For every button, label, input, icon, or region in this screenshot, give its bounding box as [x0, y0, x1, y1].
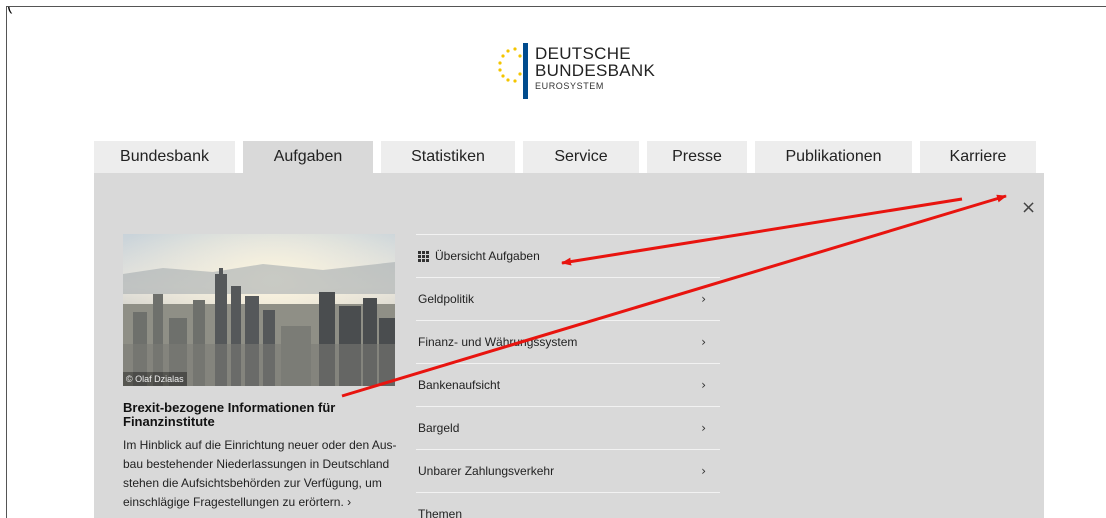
teaser-more-link[interactable]: › [347, 495, 351, 509]
teaser-text-body: Im Hinblick auf die Einrichtung neuer od… [123, 438, 397, 509]
image-credit: © Olaf Dzialas [123, 372, 187, 386]
submenu-item-zahlungsverkehr[interactable]: Unbarer Zahlungsverkehr › [416, 449, 720, 492]
submenu-item-themen[interactable]: Themen [416, 492, 720, 518]
chevron-right-icon: › [701, 421, 706, 435]
mega-menu-panel: × © Olaf Dzialas Brexit-bezogene Informa… [94, 173, 1044, 518]
submenu-item-label: Bankenaufsicht [418, 378, 501, 392]
tab-karriere[interactable]: Karriere [920, 141, 1036, 173]
grid-icon [418, 250, 429, 262]
bundesbank-logo[interactable]: DEUTSCHE BUNDESBANK EUROSYSTEM [497, 41, 657, 101]
tab-bundesbank[interactable]: Bundesbank [94, 141, 235, 173]
close-icon[interactable]: × [1021, 199, 1036, 217]
submenu-item-finanzsystem[interactable]: Finanz- und Währungssystem › [416, 320, 720, 363]
tab-statistiken[interactable]: Statistiken [381, 141, 515, 173]
logo-line1: DEUTSCHE [535, 44, 631, 63]
teaser-image[interactable]: © Olaf Dzialas [123, 234, 395, 386]
logo-line3: EUROSYSTEM [535, 81, 605, 91]
main-nav: Bundesbank Aufgaben Statistiken Service … [94, 141, 1044, 173]
corner-paren: ( [7, 7, 12, 14]
submenu-item-label: Geldpolitik [418, 292, 475, 306]
frankfurt-skyline-image [123, 234, 395, 386]
tab-publikationen[interactable]: Publikationen [755, 141, 912, 173]
chevron-right-icon: › [701, 292, 706, 306]
chevron-right-icon: › [701, 464, 706, 478]
chevron-right-icon: › [701, 335, 706, 349]
teaser-text: Im Hinblick auf die Einrichtung neuer od… [123, 436, 408, 512]
tab-presse[interactable]: Presse [647, 141, 747, 173]
logo-bar [523, 43, 528, 99]
submenu-item-geldpolitik[interactable]: Geldpolitik › [416, 277, 720, 320]
submenu-item-bankenaufsicht[interactable]: Bankenaufsicht › [416, 363, 720, 406]
submenu-item-label: Finanz- und Währungssystem [418, 335, 578, 349]
submenu-overview[interactable]: Übersicht Aufgaben [416, 234, 720, 277]
tab-service[interactable]: Service [523, 141, 639, 173]
teaser-title[interactable]: Brexit-bezogene Informationen für Finanz… [123, 401, 403, 429]
submenu-item-label: Unbarer Zahlungsverkehr [418, 464, 555, 478]
submenu-overview-label: Übersicht Aufgaben [435, 249, 540, 263]
submenu-list: Übersicht Aufgaben Geldpolitik › Finanz-… [416, 234, 720, 518]
euro-stars-icon [498, 47, 522, 83]
submenu-item-bargeld[interactable]: Bargeld › [416, 406, 720, 449]
logo-line2: BUNDESBANK [535, 61, 656, 80]
tab-aufgaben[interactable]: Aufgaben [243, 141, 373, 173]
submenu-item-label: Bargeld [418, 421, 460, 435]
chevron-right-icon: › [701, 378, 706, 392]
submenu-item-label: Themen [418, 507, 463, 518]
browser-viewport: ( DEUTSCHE BUNDESBANK EUROSYSTEM Bundesb… [6, 6, 1106, 518]
